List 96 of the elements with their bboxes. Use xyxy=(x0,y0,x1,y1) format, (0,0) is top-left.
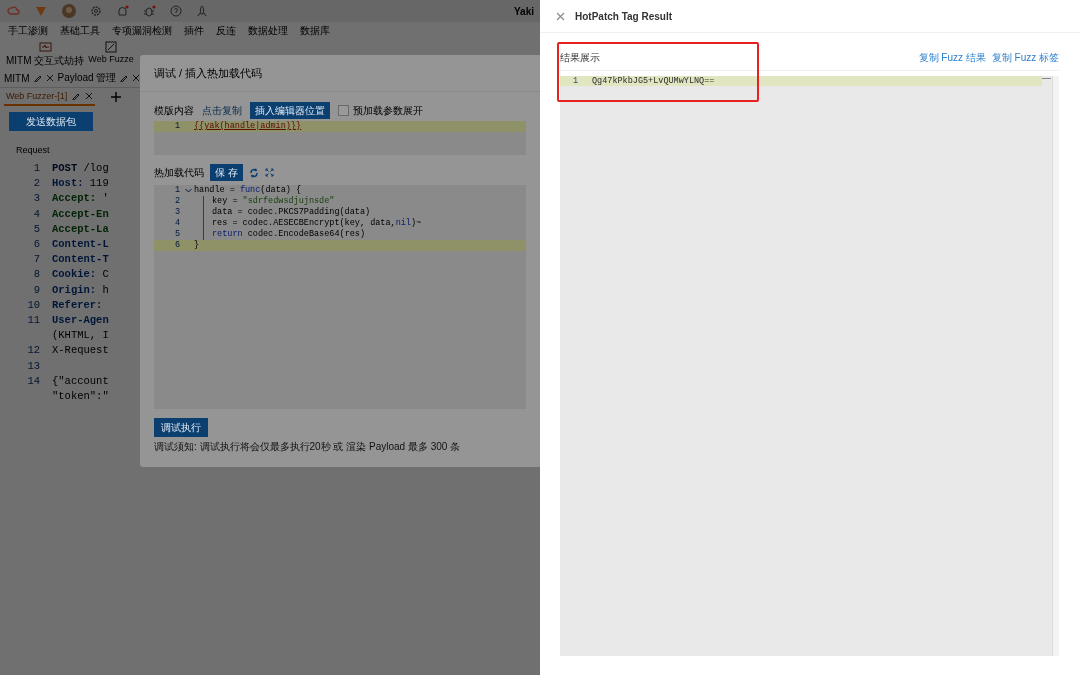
code-line: Accept-La xyxy=(52,221,109,237)
copy-link[interactable]: 复制 Fuzz 结果 xyxy=(918,51,986,65)
code-line: res = codec.AESECBEncrypt(key, data,nil)~ xyxy=(203,218,422,229)
code-line: X-Request xyxy=(52,343,109,359)
tab[interactable]: MITM xyxy=(4,72,30,84)
line-number: 3 xyxy=(173,207,181,218)
code-line: } xyxy=(194,240,200,251)
menu-item[interactable]: 基础工具 xyxy=(60,23,100,38)
bug-icon[interactable] xyxy=(143,4,156,18)
line-number: 8 xyxy=(32,267,41,283)
checkbox[interactable] xyxy=(338,105,349,116)
panel-label: Request xyxy=(16,145,51,155)
close-icon[interactable] xyxy=(556,11,565,21)
send-button[interactable]: 发送数据包 xyxy=(9,112,93,131)
code-line: "token":" xyxy=(52,389,109,405)
line-number: 2 xyxy=(173,196,181,207)
line-number: 11 xyxy=(26,313,41,329)
menu-item[interactable]: 数据处理 xyxy=(248,23,288,38)
save-button[interactable]: 保 存 xyxy=(210,164,243,181)
add-icon[interactable] xyxy=(111,92,122,102)
tab[interactable]: Web Fuzzer-[1] xyxy=(4,88,96,106)
code-line: POST /log xyxy=(52,161,109,176)
code-line: Origin: h xyxy=(52,282,109,298)
line-number: 7 xyxy=(32,252,41,268)
code-line: key = "sdrfedwsdjujnsde" xyxy=(203,196,335,207)
line-number: 14 xyxy=(26,373,41,389)
tab[interactable]: Payload 管理 xyxy=(57,71,117,85)
menu-item[interactable]: 专项漏洞检测 xyxy=(112,23,172,38)
checkbox-label: 预加载参数展开 xyxy=(353,103,423,118)
menu-item[interactable]: 反连 xyxy=(216,23,236,38)
line-number: 4 xyxy=(173,218,181,229)
code-line: {"account xyxy=(52,373,109,389)
code-line: Referer: xyxy=(52,297,103,313)
line-number: 1 xyxy=(173,185,181,196)
code-line: Content-T xyxy=(52,252,109,268)
code-line: Host: 119 xyxy=(52,176,109,192)
code-line: Content-L xyxy=(52,237,109,252)
refresh-icon[interactable] xyxy=(248,167,259,178)
line-number: 4 xyxy=(32,206,41,222)
code-line: Accept-En xyxy=(52,206,109,222)
code-line: Qg47kPkbJG5+LvQUMwYLNQ== xyxy=(592,76,715,86)
run-button[interactable]: 调试执行 xyxy=(154,418,208,437)
line-number: 10 xyxy=(26,297,41,313)
field-label: 热加载代码 xyxy=(154,165,204,180)
line-number: 6 xyxy=(173,240,181,251)
cloud-logo-icon[interactable] xyxy=(6,4,20,18)
menu-item[interactable]: 插件 xyxy=(184,23,204,38)
close-icon[interactable] xyxy=(45,74,54,82)
close-icon[interactable] xyxy=(132,74,141,82)
expand-icon[interactable] xyxy=(264,168,274,177)
field-label: 模版内容 xyxy=(154,103,194,118)
code-line: Cookie: C xyxy=(52,267,109,283)
code-line: User-Agen xyxy=(52,313,109,329)
menu-item[interactable]: 数据库 xyxy=(300,23,330,38)
line-number: 5 xyxy=(32,221,41,237)
menu-item[interactable]: 手工渗测 xyxy=(8,23,48,38)
minimap-mark xyxy=(1042,78,1051,79)
line-number: 3 xyxy=(32,191,41,207)
edit-icon[interactable] xyxy=(72,92,81,100)
dialog-title: 调试 / 插入热加载代码 xyxy=(140,55,540,92)
pen-square-icon[interactable] xyxy=(104,41,118,53)
settings-icon[interactable] xyxy=(90,5,102,17)
edit-icon[interactable] xyxy=(33,74,42,82)
line-number: 13 xyxy=(26,358,41,374)
line-number: 12 xyxy=(26,343,41,359)
copy-link[interactable]: 复制 Fuzz 标签 xyxy=(991,51,1059,65)
code-line: data = codec.PKCS7Padding(data) xyxy=(203,207,371,218)
line-number: 6 xyxy=(32,237,41,252)
line-number: 1 xyxy=(173,121,181,132)
v-logo-icon[interactable] xyxy=(34,4,48,18)
app-title: Yaki xyxy=(513,5,534,17)
fold-icon[interactable] xyxy=(185,188,192,193)
line-number: 5 xyxy=(173,229,181,240)
code-line: (KHTML, I xyxy=(52,328,109,344)
code-line: {{yak(handle|admin)}} xyxy=(194,121,302,132)
line-number: 2 xyxy=(32,176,41,192)
code-line: handle = func(data) { xyxy=(194,185,302,196)
bell-icon[interactable] xyxy=(116,4,129,18)
avatar-icon[interactable] xyxy=(62,4,76,18)
tool-label[interactable]: Web Fuzze xyxy=(88,54,134,64)
help-icon[interactable] xyxy=(170,5,182,17)
tool-label[interactable]: MITM 交互式劫持 xyxy=(6,54,85,68)
copy-link[interactable]: 点击复制 xyxy=(202,103,242,118)
insert-button[interactable]: 插入编辑器位置 xyxy=(250,102,330,119)
line-number: 1 xyxy=(32,161,41,176)
close-icon[interactable] xyxy=(85,92,94,100)
hint-text: 调试须知: 调试执行将会仅最多执行20秒 或 渲染 Payload 最多 300 条 xyxy=(154,440,462,454)
drawer-title: HotPatch Tag Result xyxy=(575,10,673,22)
monitor-icon[interactable] xyxy=(38,41,52,53)
scrollbar[interactable] xyxy=(1052,76,1059,656)
section-title: 结果展示 xyxy=(560,51,600,65)
line-number: 9 xyxy=(32,282,41,298)
rocket-icon[interactable] xyxy=(196,5,208,17)
line-number: 1 xyxy=(571,76,579,86)
edit-icon[interactable] xyxy=(120,74,129,82)
code-line: Accept: ' xyxy=(52,191,109,207)
